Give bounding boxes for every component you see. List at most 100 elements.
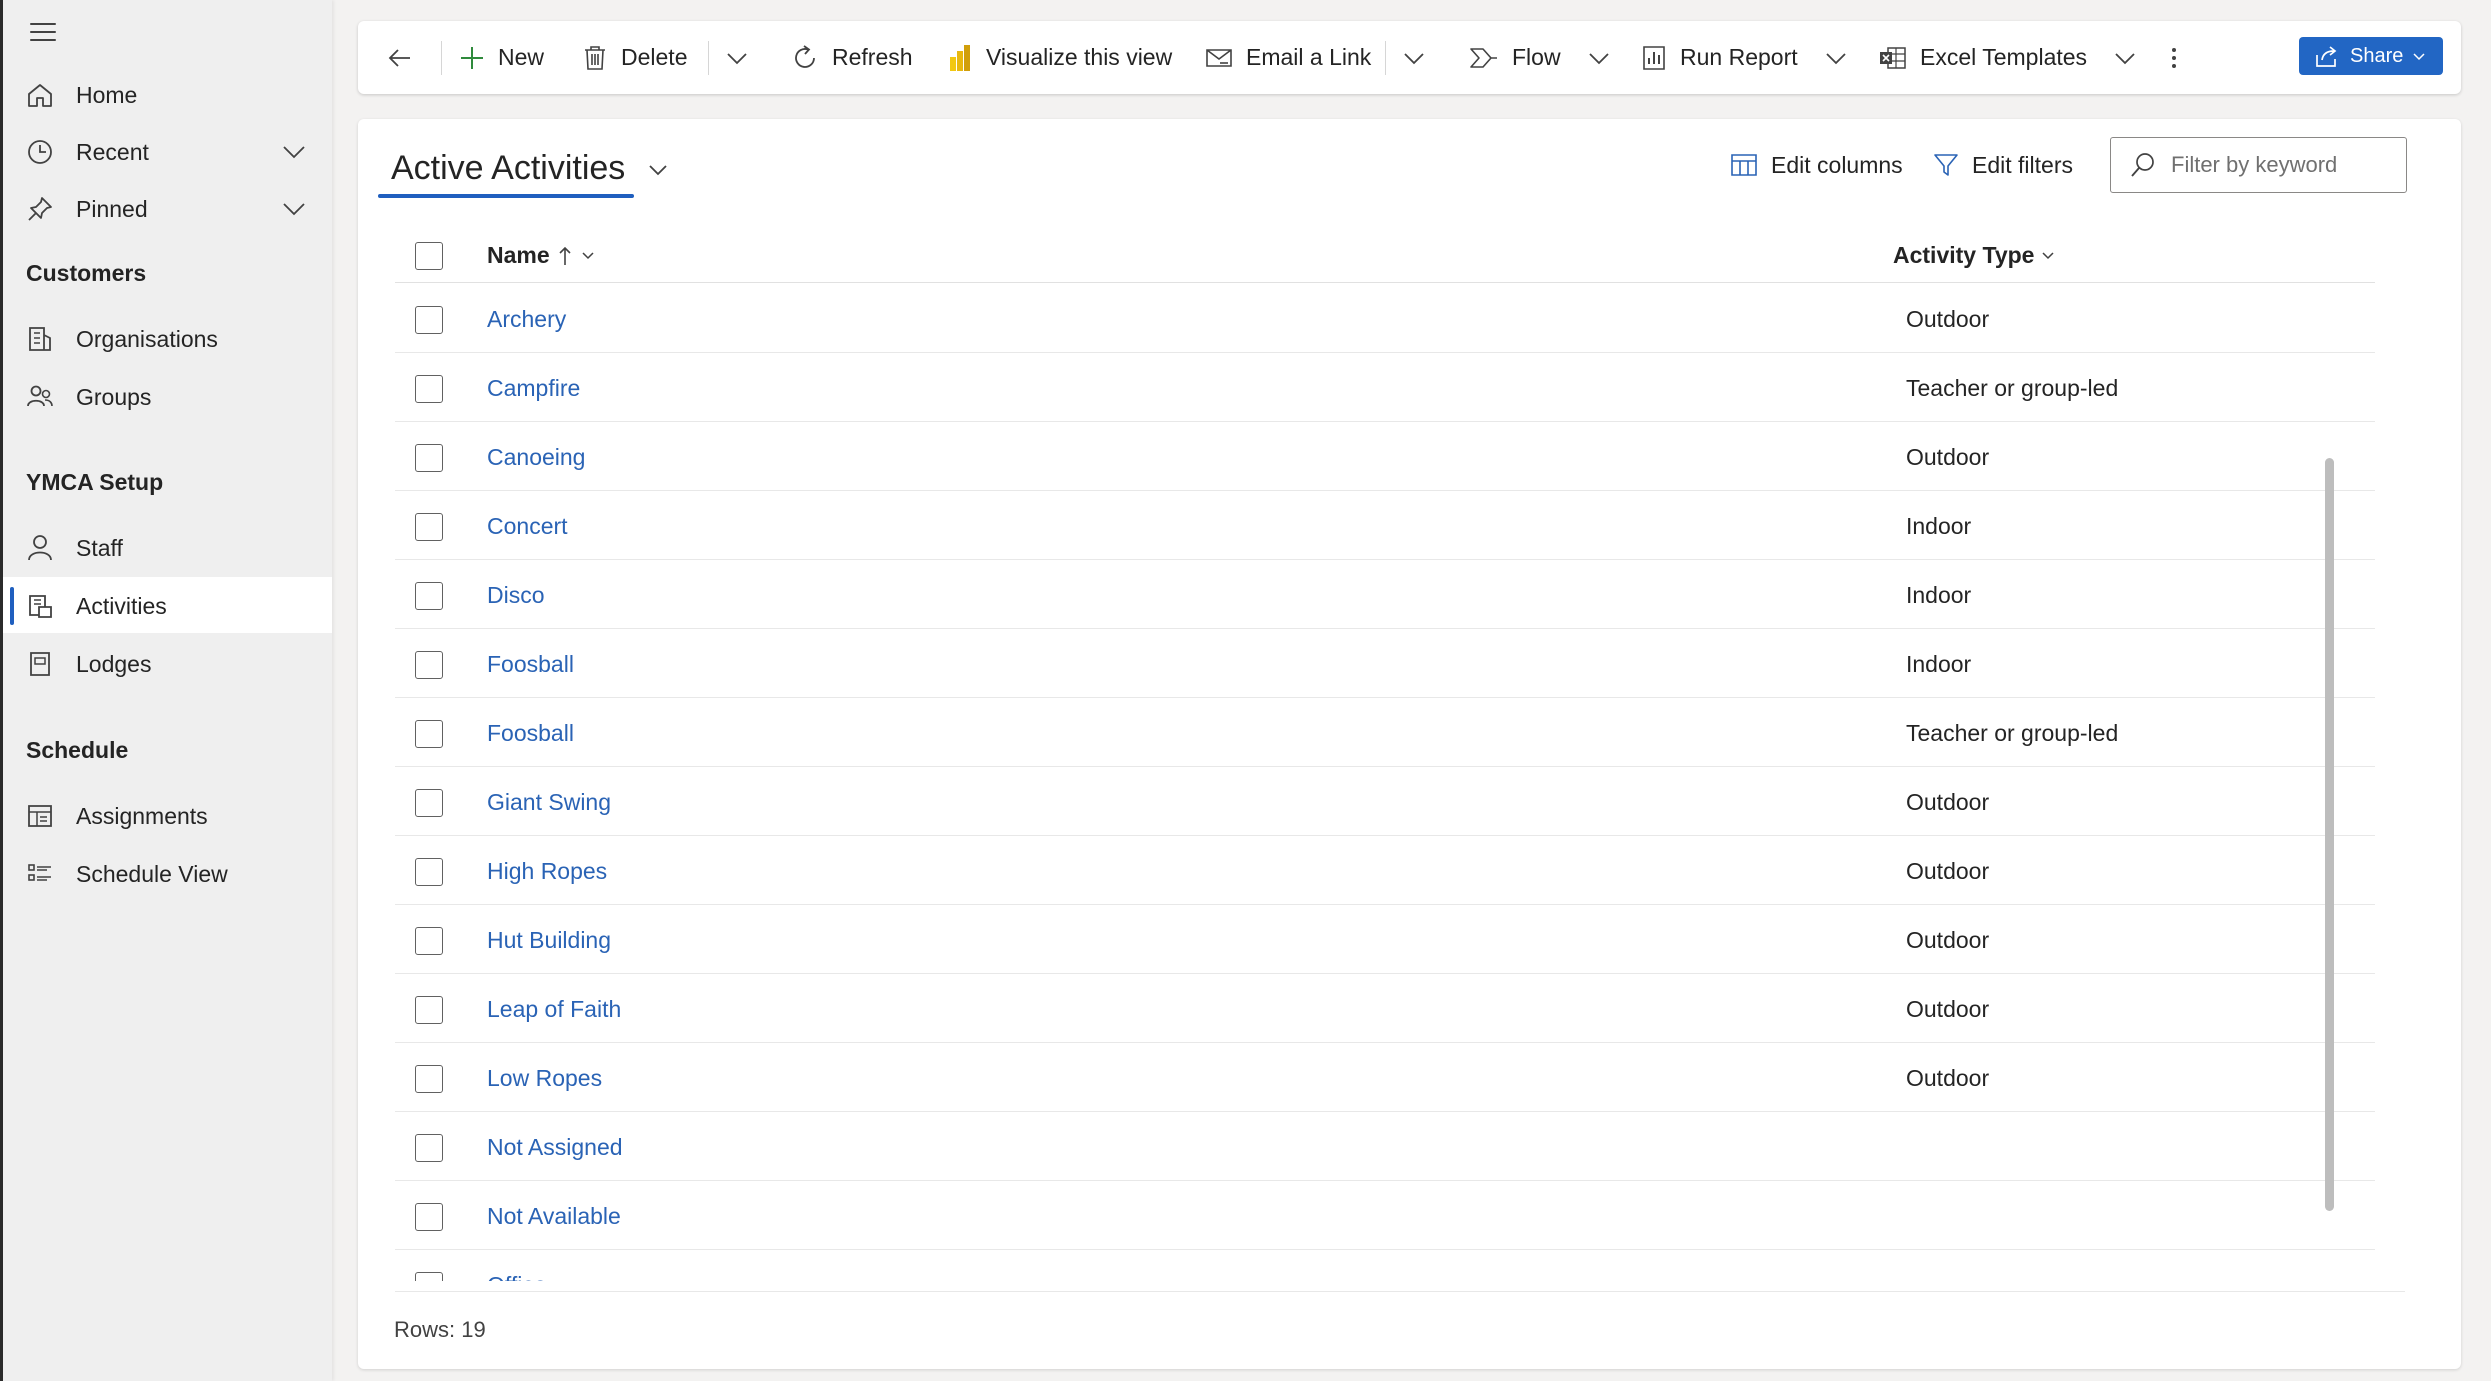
sidebar-item-staff[interactable]: Staff bbox=[3, 519, 332, 575]
table-row[interactable]: Giant Swing Outdoor bbox=[395, 767, 2375, 836]
refresh-button[interactable]: Refresh bbox=[790, 21, 913, 94]
grid-footer-divider bbox=[395, 1291, 2405, 1292]
column-header-name[interactable]: Name bbox=[487, 242, 596, 269]
sidebar-item-pinned[interactable]: Pinned bbox=[3, 180, 332, 236]
row-checkbox[interactable] bbox=[415, 513, 443, 541]
email-link-label: Email a Link bbox=[1246, 44, 1372, 70]
table-row[interactable]: Archery Outdoor bbox=[395, 284, 2375, 353]
table-row[interactable]: Disco Indoor bbox=[395, 560, 2375, 629]
sidebar-item-recent[interactable]: Recent bbox=[3, 123, 332, 179]
select-all-checkbox[interactable] bbox=[415, 242, 443, 270]
column-header-activity-type[interactable]: Activity Type bbox=[1893, 242, 2056, 269]
row-checkbox[interactable] bbox=[415, 651, 443, 679]
sidebar-item-organisations[interactable]: Organisations bbox=[3, 310, 332, 366]
row-checkbox[interactable] bbox=[415, 306, 443, 334]
table-row[interactable]: Concert Indoor bbox=[395, 491, 2375, 560]
row-checkbox[interactable] bbox=[415, 375, 443, 403]
email-link-button[interactable]: Email a Link bbox=[1204, 21, 1371, 94]
row-checkbox[interactable] bbox=[415, 1134, 443, 1162]
sidebar-item-assignments[interactable]: Assignments bbox=[3, 787, 332, 843]
power-bi-icon bbox=[950, 44, 970, 71]
activity-name-link[interactable]: Hut Building bbox=[487, 927, 611, 954]
activity-type-cell: Outdoor bbox=[1906, 306, 1990, 332]
sidebar-item-label: Lodges bbox=[76, 651, 152, 677]
sort-ascending-icon bbox=[559, 246, 571, 265]
refresh-icon bbox=[795, 44, 815, 68]
table-row[interactable]: Hut Building Outdoor bbox=[395, 905, 2375, 974]
grid-body: Archery Outdoor Campfire Teacher or group-… bbox=[395, 284, 2395, 1281]
run-report-label: Run Report bbox=[1680, 44, 1798, 70]
command-separator bbox=[708, 41, 709, 75]
activity-name-link[interactable]: Campfire bbox=[487, 375, 580, 402]
filter-keyword-field[interactable] bbox=[2110, 137, 2407, 193]
table-row[interactable]: Office bbox=[395, 1250, 2375, 1281]
table-row[interactable]: Canoeing Outdoor bbox=[395, 422, 2375, 491]
share-button[interactable]: Share bbox=[2299, 37, 2443, 75]
excel-icon bbox=[1880, 46, 1906, 69]
activity-name-link[interactable]: Not Assigned bbox=[487, 1134, 623, 1161]
delete-button[interactable]: Delete bbox=[581, 21, 687, 94]
row-checkbox[interactable] bbox=[415, 720, 443, 748]
activity-name-link[interactable]: Concert bbox=[487, 513, 568, 540]
sidebar-item-label: Activities bbox=[76, 593, 167, 619]
sidebar-item-groups[interactable]: Groups bbox=[3, 368, 332, 424]
table-row[interactable]: Leap of Faith Outdoor bbox=[395, 974, 2375, 1043]
view-selector[interactable]: Active Activities bbox=[391, 149, 669, 188]
activity-name-link[interactable]: Leap of Faith bbox=[487, 996, 621, 1023]
activity-name-link[interactable]: Giant Swing bbox=[487, 789, 611, 816]
sidebar-item-home[interactable]: Home bbox=[3, 66, 332, 122]
row-checkbox[interactable] bbox=[415, 996, 443, 1024]
lodge-icon bbox=[30, 652, 50, 676]
run-report-button[interactable]: Run Report bbox=[1640, 21, 1848, 94]
visualize-view-button[interactable]: Visualize this view bbox=[946, 21, 1172, 94]
table-row[interactable]: Foosball Indoor bbox=[395, 629, 2375, 698]
sidebar-item-activities[interactable]: Activities bbox=[3, 577, 332, 633]
chevron-down-icon[interactable] bbox=[281, 196, 307, 222]
edit-filters-button[interactable]: Edit filters bbox=[1932, 151, 2073, 179]
hamburger-icon[interactable] bbox=[27, 16, 59, 48]
row-checkbox[interactable] bbox=[415, 927, 443, 955]
chevron-down-icon bbox=[1825, 52, 1846, 64]
trash-icon bbox=[585, 45, 605, 70]
sidebar-item-lodges[interactable]: Lodges bbox=[3, 635, 332, 691]
email-options-chevron[interactable] bbox=[1402, 21, 1426, 94]
row-checkbox[interactable] bbox=[415, 1065, 443, 1093]
chevron-down-icon bbox=[2042, 251, 2054, 259]
more-commands-chevron[interactable] bbox=[725, 21, 749, 94]
activity-name-link[interactable]: Not Available bbox=[487, 1203, 621, 1230]
table-row[interactable]: High Ropes Outdoor bbox=[395, 836, 2375, 905]
table-row[interactable]: Low Ropes Outdoor bbox=[395, 1043, 2375, 1112]
row-checkbox[interactable] bbox=[415, 444, 443, 472]
row-checkbox[interactable] bbox=[415, 789, 443, 817]
activity-type-cell: Outdoor bbox=[1906, 444, 1990, 470]
row-checkbox[interactable] bbox=[415, 1272, 443, 1281]
edit-columns-button[interactable]: Edit columns bbox=[1729, 151, 1903, 179]
activity-name-link[interactable]: Disco bbox=[487, 582, 545, 609]
table-row[interactable]: Not Assigned bbox=[395, 1112, 2375, 1181]
more-options-button[interactable] bbox=[2166, 21, 2182, 94]
new-button[interactable]: New bbox=[458, 21, 544, 94]
table-row[interactable]: Foosball Teacher or group-led bbox=[395, 698, 2375, 767]
row-checkbox[interactable] bbox=[415, 858, 443, 886]
activity-name-link[interactable]: Office bbox=[487, 1272, 547, 1281]
flow-button[interactable]: Flow bbox=[1468, 21, 1611, 94]
filter-keyword-input[interactable] bbox=[2169, 146, 2394, 184]
table-row[interactable]: Not Available bbox=[395, 1181, 2375, 1250]
chevron-down-icon[interactable] bbox=[281, 139, 307, 165]
grid-scrollbar[interactable] bbox=[2325, 458, 2334, 1211]
page-title: Active Activities bbox=[391, 149, 626, 187]
activity-name-link[interactable]: Low Ropes bbox=[487, 1065, 602, 1092]
activity-name-link[interactable]: Canoeing bbox=[487, 444, 585, 471]
row-checkbox[interactable] bbox=[415, 582, 443, 610]
back-button[interactable] bbox=[386, 21, 414, 94]
section-title-schedule: Schedule bbox=[26, 737, 129, 763]
edit-filters-label: Edit filters bbox=[1972, 151, 2073, 178]
activity-name-link[interactable]: Archery bbox=[487, 306, 566, 333]
table-row[interactable]: Campfire Teacher or group-led bbox=[395, 353, 2375, 422]
excel-templates-button[interactable]: Excel Templates bbox=[1878, 21, 2137, 94]
sidebar-item-schedule-view[interactable]: Schedule View bbox=[3, 845, 332, 901]
activity-name-link[interactable]: Foosball bbox=[487, 651, 574, 678]
activity-name-link[interactable]: High Ropes bbox=[487, 858, 607, 885]
row-checkbox[interactable] bbox=[415, 1203, 443, 1231]
activity-name-link[interactable]: Foosball bbox=[487, 720, 574, 747]
